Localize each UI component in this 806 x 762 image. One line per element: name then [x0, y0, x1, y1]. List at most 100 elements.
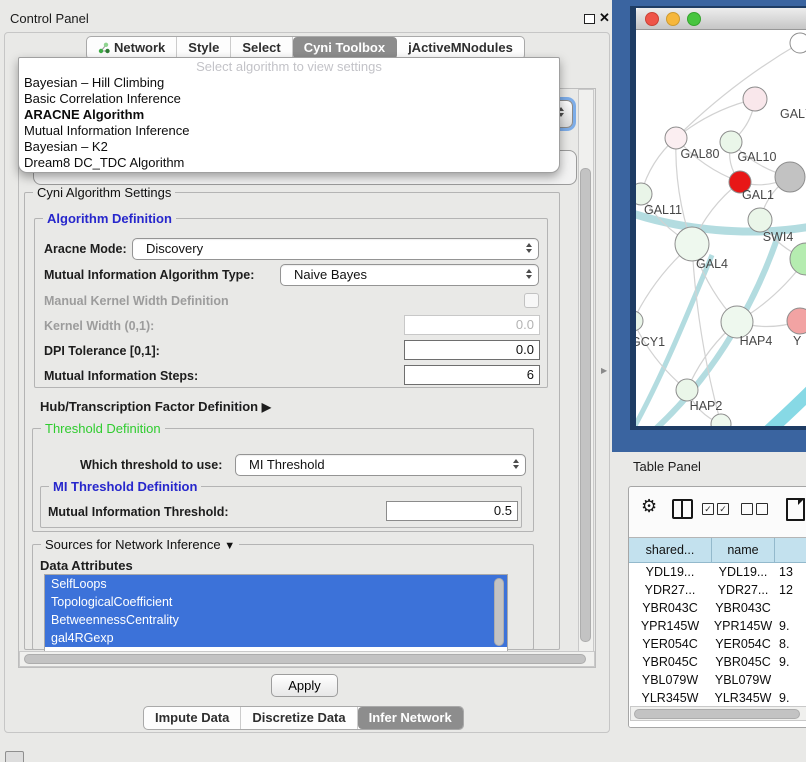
- manual-kernel-label: Manual Kernel Width Definition: [44, 294, 229, 308]
- data-attribute-item[interactable]: TopologicalCoefficient: [45, 593, 507, 611]
- network-window-titlebar[interactable]: [636, 8, 806, 30]
- algorithm-option[interactable]: ARACNE Algorithm: [19, 107, 559, 123]
- table-cell[interactable]: YBR045C: [629, 653, 711, 671]
- table-cell[interactable]: YER054C: [629, 635, 711, 653]
- which-threshold-combo[interactable]: MI Threshold: [235, 454, 526, 476]
- tab-select[interactable]: Select: [231, 37, 292, 59]
- table-cell[interactable]: YDL19...: [629, 563, 711, 581]
- table-cell[interactable]: YDR27...: [629, 581, 711, 599]
- table-cell[interactable]: YBR045C: [712, 653, 774, 671]
- network-node-label: GAL7: [780, 107, 806, 121]
- table-cell[interactable]: 9.: [775, 689, 806, 707]
- table-cell[interactable]: YBR043C: [712, 599, 774, 617]
- mi-threshold-field[interactable]: 0.5: [386, 501, 518, 521]
- table-cell[interactable]: YER054C: [712, 635, 774, 653]
- columns-icon[interactable]: [672, 499, 693, 519]
- table-cell[interactable]: 13: [775, 563, 806, 581]
- network-node-swi4[interactable]: [748, 208, 772, 232]
- settings-hscrollbar-thumb[interactable]: [24, 654, 586, 664]
- tab-style[interactable]: Style: [177, 37, 231, 59]
- table-cell[interactable]: YPR145W: [712, 617, 774, 635]
- window-zoom-button[interactable]: [687, 12, 701, 26]
- table-cell[interactable]: YDR27...: [712, 581, 774, 599]
- settings-vscrollbar-thumb[interactable]: [580, 168, 591, 642]
- network-node-gal11[interactable]: [636, 183, 652, 205]
- float-window-icon[interactable]: [584, 14, 595, 24]
- hub-definition-toggle[interactable]: Hub/Transcription Factor Definition ▶: [40, 399, 271, 414]
- window-close-button[interactable]: [645, 12, 659, 26]
- bottom-tabbar: Impute Data Discretize Data Infer Networ…: [143, 706, 464, 730]
- table-cell[interactable]: 9.: [775, 617, 806, 635]
- tab-cyni-toolbox[interactable]: Cyni Toolbox: [293, 37, 397, 59]
- cyni-algorithm-settings-title: Cyni Algorithm Settings: [33, 185, 175, 200]
- panel-resize-handle[interactable]: ▶: [601, 366, 607, 375]
- network-node-gcy1[interactable]: [636, 311, 643, 331]
- checked-box-icon[interactable]: ✓: [702, 503, 714, 515]
- attributes-scrollbar-thumb[interactable]: [494, 578, 504, 646]
- window-minimize-button[interactable]: [666, 12, 680, 26]
- node-table: shared...name YDL19...YDL19...13YDR27...…: [629, 537, 806, 728]
- table-cell[interactable]: YBR043C: [629, 599, 711, 617]
- algorithm-option[interactable]: Bayesian – K2: [19, 139, 559, 155]
- network-node[interactable]: [790, 33, 806, 53]
- algorithm-option[interactable]: Basic Correlation Inference: [19, 91, 559, 107]
- network-node-label: HAP2: [690, 399, 723, 413]
- network-canvas[interactable]: GAL7GAL80GAL10GAL1GAL11SWI4GAL4GCY1HAP4Y…: [636, 30, 806, 426]
- tab-impute-data[interactable]: Impute Data: [144, 707, 241, 729]
- network-node-y[interactable]: [787, 308, 806, 334]
- table-cell[interactable]: YBL079W: [629, 671, 711, 689]
- network-node[interactable]: [775, 162, 805, 192]
- table-header-cell[interactable]: [775, 538, 806, 563]
- table-cell[interactable]: YLR345W: [712, 689, 774, 707]
- table-header-cell[interactable]: name: [712, 538, 775, 563]
- algorithm-option[interactable]: Mutual Information Inference: [19, 123, 559, 139]
- file-icon[interactable]: [786, 498, 805, 521]
- tab-network[interactable]: Network: [87, 37, 177, 59]
- network-node[interactable]: [711, 414, 731, 426]
- table-cell[interactable]: 12: [775, 581, 806, 599]
- data-attribute-item[interactable]: BetweennessCentrality: [45, 611, 507, 629]
- tab-discretize-data[interactable]: Discretize Data: [241, 707, 357, 729]
- gear-icon[interactable]: ⚙: [641, 496, 657, 517]
- minimized-panel-icon[interactable]: [5, 751, 24, 762]
- mi-algorithm-type-value: Naive Bayes: [294, 267, 367, 282]
- apply-button[interactable]: Apply: [271, 674, 338, 697]
- network-node[interactable]: [790, 243, 806, 275]
- checked-box-icon-2[interactable]: ✓: [717, 503, 729, 515]
- tab-infer-network[interactable]: Infer Network: [358, 707, 463, 729]
- aracne-mode-label: Aracne Mode:: [44, 242, 127, 256]
- algorithm-option[interactable]: Bayesian – Hill Climbing: [19, 75, 559, 91]
- table-cell[interactable]: YPR145W: [629, 617, 711, 635]
- table-cell[interactable]: [775, 599, 806, 617]
- table-cell[interactable]: 8.: [775, 635, 806, 653]
- manual-kernel-checkbox[interactable]: [524, 293, 539, 308]
- network-node-hap2[interactable]: [676, 379, 698, 401]
- close-panel-icon[interactable]: ✕: [599, 10, 610, 26]
- threshold-definition-title: Threshold Definition: [41, 421, 165, 436]
- mi-steps-field[interactable]: 6: [404, 365, 540, 385]
- collapse-down-icon[interactable]: ▼: [224, 540, 235, 552]
- dpi-tolerance-field[interactable]: 0.0: [404, 340, 540, 360]
- aracne-mode-combo[interactable]: Discovery: [132, 238, 539, 260]
- data-attribute-item[interactable]: SelfLoops: [45, 575, 507, 593]
- kernel-width-field[interactable]: 0.0: [404, 315, 540, 335]
- network-node-gal80[interactable]: [665, 127, 687, 149]
- table-cell[interactable]: YLR345W: [629, 689, 711, 707]
- network-node-gal4[interactable]: [675, 227, 709, 261]
- table-hscrollbar-thumb[interactable]: [634, 709, 800, 719]
- algorithm-option[interactable]: Dream8 DC_TDC Algorithm: [19, 155, 559, 171]
- table-cell[interactable]: YDL19...: [712, 563, 774, 581]
- unchecked-box-icon-2[interactable]: [756, 503, 768, 515]
- unchecked-box-icon[interactable]: [741, 503, 753, 515]
- tab-jactivemnodules[interactable]: jActiveMNodules: [397, 37, 524, 59]
- data-attributes-list: SelfLoopsTopologicalCoefficientBetweenne…: [44, 574, 508, 653]
- table-header-cell[interactable]: shared...: [629, 538, 712, 563]
- network-node-gal7[interactable]: [743, 87, 767, 111]
- table-cell[interactable]: [775, 671, 806, 689]
- mi-algorithm-type-combo[interactable]: Naive Bayes: [280, 264, 539, 286]
- network-edge: [676, 43, 800, 138]
- table-cell[interactable]: YBL079W: [712, 671, 774, 689]
- table-cell[interactable]: 9.: [775, 653, 806, 671]
- screen: Control Panel ✕ Network Style Select Cyn…: [0, 0, 806, 762]
- data-attribute-item[interactable]: gal4RGexp: [45, 629, 507, 647]
